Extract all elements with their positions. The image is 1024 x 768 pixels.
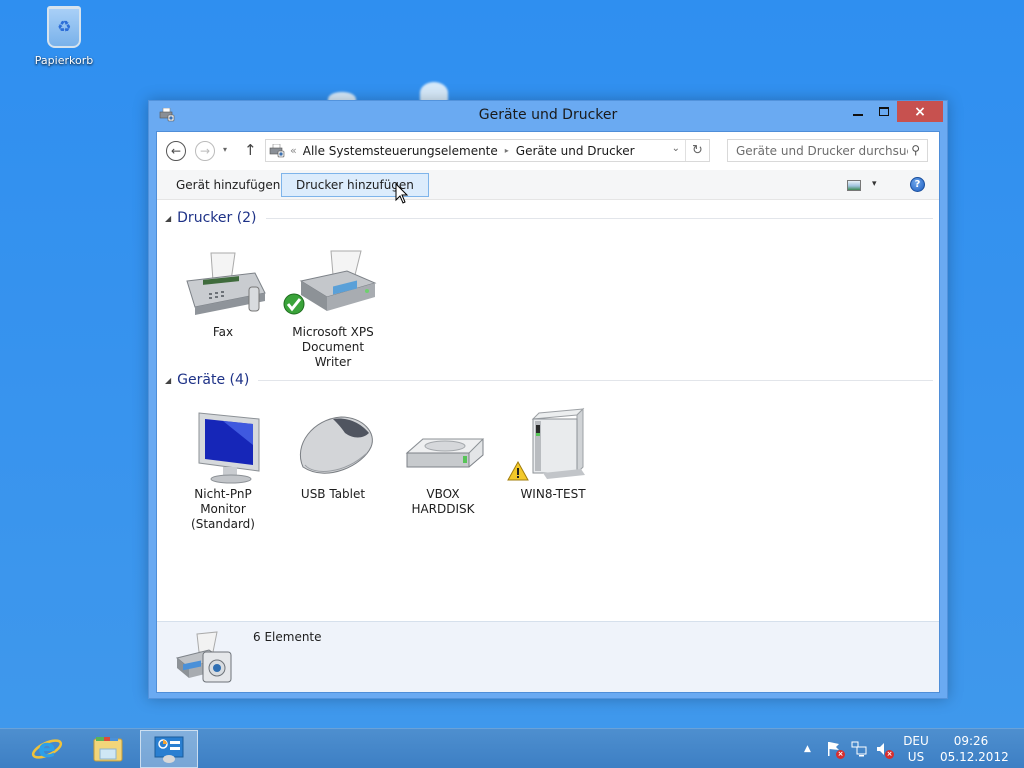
clock-date: 05.12.2012 bbox=[940, 750, 1009, 764]
group-header-devices[interactable]: ◢ Geräte (4) bbox=[165, 372, 933, 388]
search-box[interactable]: ⚲ bbox=[727, 139, 928, 162]
tray-action-center[interactable]: × bbox=[826, 729, 845, 768]
device-item-monitor[interactable]: Nicht-PnP Monitor (Standard) bbox=[173, 405, 273, 532]
navigation-bar: ← → ▾ ↑ « Alle Systemsteuerungselemente … bbox=[157, 132, 939, 170]
network-icon bbox=[851, 741, 867, 757]
volume-muted-icon: × bbox=[875, 741, 894, 759]
close-button[interactable]: × bbox=[897, 101, 943, 122]
taskbar: e ▲ × × DEU US 09:26 05.12.2012 bbox=[0, 728, 1024, 768]
collapse-arrow-icon[interactable]: ◢ bbox=[165, 376, 171, 385]
maximize-button[interactable] bbox=[871, 101, 897, 122]
close-icon: × bbox=[914, 103, 926, 120]
device-label: Fax bbox=[212, 325, 234, 339]
minimize-button[interactable] bbox=[845, 101, 871, 122]
recycle-bin-icon bbox=[47, 6, 81, 48]
back-button[interactable]: ← bbox=[166, 141, 186, 161]
monitor-icon bbox=[173, 405, 273, 485]
collapse-arrow-icon[interactable]: ◢ bbox=[165, 214, 171, 223]
svg-text:e: e bbox=[38, 734, 56, 764]
group-divider bbox=[258, 379, 933, 381]
item-count-text: 6 Elemente bbox=[253, 630, 322, 644]
chevron-up-icon: ▲ bbox=[804, 744, 811, 754]
address-bar[interactable]: « Alle Systemsteuerungselemente ▸ Geräte… bbox=[265, 139, 710, 162]
device-label: WIN8-TEST bbox=[520, 487, 586, 501]
recent-locations-button[interactable]: ▾ bbox=[223, 145, 227, 154]
tray-volume[interactable]: × bbox=[875, 729, 894, 768]
group-title: Geräte (4) bbox=[177, 372, 250, 388]
control-panel-icon bbox=[154, 736, 184, 763]
minimize-icon bbox=[853, 113, 863, 116]
error-badge-icon: × bbox=[885, 750, 894, 759]
chevron-down-icon: ▾ bbox=[223, 145, 228, 154]
device-item-vbox-harddisk[interactable]: VBOX HARDDISK bbox=[393, 405, 493, 517]
title-bar[interactable]: Geräte und Drucker × bbox=[149, 101, 947, 131]
arrow-right-icon: → bbox=[199, 144, 211, 158]
change-view-icon[interactable] bbox=[847, 180, 861, 191]
arrow-up-icon: ↑ bbox=[244, 141, 257, 159]
breadcrumb-separator-icon[interactable]: ▸ bbox=[505, 146, 509, 155]
refresh-icon: ↻ bbox=[692, 143, 703, 158]
device-label: Nicht-PnP Monitor (Standard) bbox=[191, 487, 255, 531]
breadcrumb-overflow-button[interactable]: « bbox=[290, 144, 297, 157]
address-dropdown-button[interactable]: ⌄ bbox=[672, 143, 680, 154]
breadcrumb-item[interactable]: Alle Systemsteuerungselemente bbox=[303, 144, 498, 158]
window-client: ← → ▾ ↑ « Alle Systemsteuerungselemente … bbox=[156, 131, 940, 693]
input-language-indicator[interactable]: DEU US bbox=[896, 733, 936, 765]
action-center-icon: × bbox=[826, 741, 845, 759]
taskbar-file-explorer[interactable] bbox=[79, 730, 137, 768]
mouse-icon bbox=[283, 405, 383, 485]
default-check-icon bbox=[283, 293, 305, 315]
breadcrumb-item[interactable]: Geräte und Drucker bbox=[516, 144, 635, 158]
file-explorer-icon bbox=[93, 737, 123, 762]
clock[interactable]: 09:26 05.12.2012 bbox=[940, 733, 1009, 765]
show-hidden-icons-button[interactable]: ▲ bbox=[804, 729, 811, 768]
desktop-icon-label: Papierkorb bbox=[34, 54, 94, 67]
search-input[interactable] bbox=[736, 143, 908, 158]
internet-explorer-icon: e bbox=[31, 734, 63, 764]
keyboard-layout: US bbox=[907, 750, 925, 764]
arrow-left-icon: ← bbox=[170, 144, 182, 158]
group-header-printers[interactable]: ◢ Drucker (2) bbox=[165, 210, 933, 226]
group-divider bbox=[265, 217, 933, 219]
details-pane: 6 Elemente bbox=[157, 621, 939, 692]
command-bar: Gerät hinzufügen Drucker hinzufügen ▾ ? bbox=[157, 170, 939, 200]
device-label: USB Tablet bbox=[300, 487, 366, 501]
devices-printers-icon bbox=[269, 143, 285, 157]
search-icon[interactable]: ⚲ bbox=[911, 143, 920, 157]
device-item-usb-tablet[interactable]: USB Tablet bbox=[283, 405, 383, 502]
language-code: DEU bbox=[903, 734, 929, 748]
clock-time: 09:26 bbox=[953, 734, 989, 748]
taskbar-internet-explorer[interactable]: e bbox=[18, 730, 76, 768]
desktop-icon-recycle-bin[interactable]: Papierkorb bbox=[30, 6, 98, 67]
device-item-win8-test[interactable]: WIN8-TEST bbox=[503, 405, 603, 502]
forward-button[interactable]: → bbox=[195, 141, 215, 161]
fax-icon bbox=[173, 243, 273, 323]
printer-icon bbox=[283, 243, 383, 323]
computer-icon bbox=[503, 405, 603, 485]
view-options-dropdown[interactable]: ▾ bbox=[872, 179, 877, 189]
mouse-cursor-icon bbox=[395, 183, 409, 204]
group-title: Drucker (2) bbox=[177, 210, 257, 226]
window-title: Geräte und Drucker bbox=[478, 107, 618, 123]
devices-and-printers-window: Geräte und Drucker × ← → ▾ ↑ « Alle Syst… bbox=[148, 100, 948, 699]
up-button[interactable]: ↑ bbox=[244, 141, 257, 159]
add-device-button[interactable]: Gerät hinzufügen bbox=[163, 173, 293, 197]
error-badge-icon: × bbox=[836, 750, 845, 759]
help-icon[interactable]: ? bbox=[910, 177, 925, 192]
devices-printers-large-icon bbox=[175, 631, 232, 683]
device-label: Microsoft XPS Document Writer bbox=[292, 325, 374, 369]
harddisk-icon bbox=[393, 405, 493, 485]
tray-network[interactable] bbox=[851, 729, 867, 768]
warning-icon bbox=[507, 461, 529, 481]
items-view: ◢ Drucker (2) Fax Microsoft XPS Document… bbox=[157, 201, 939, 621]
device-item-fax[interactable]: Fax bbox=[173, 243, 273, 340]
device-item-xps-writer[interactable]: Microsoft XPS Document Writer bbox=[283, 243, 383, 370]
maximize-icon bbox=[879, 107, 889, 116]
refresh-button[interactable]: ↻ bbox=[685, 140, 709, 161]
device-label: VBOX HARDDISK bbox=[411, 487, 475, 516]
taskbar-control-panel[interactable] bbox=[140, 730, 198, 768]
